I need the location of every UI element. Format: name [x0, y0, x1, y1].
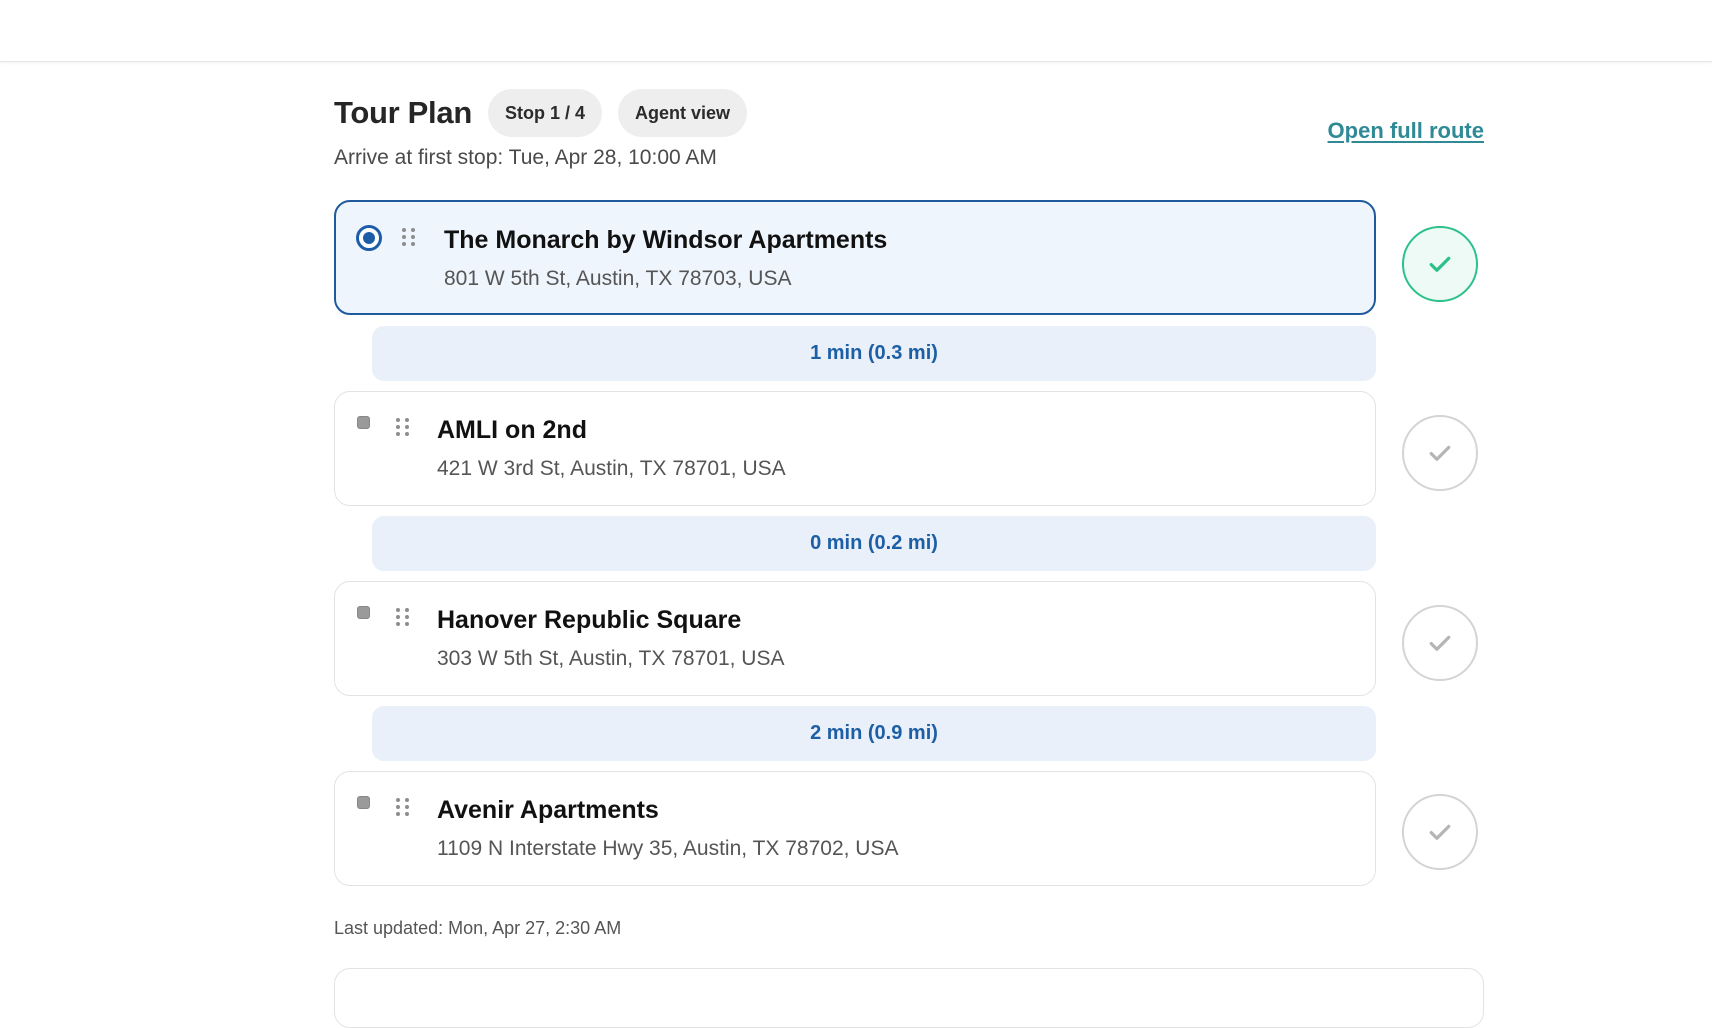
stop-counter-badge: Stop 1 / 4: [487, 89, 602, 137]
stop-address: 421 W 3rd St, Austin, TX 78701, USA: [437, 457, 786, 480]
travel-leg-2: 0 min (0.2 mi): [372, 516, 1376, 571]
open-full-route-link[interactable]: Open full route: [1328, 118, 1484, 144]
agent-view-badge[interactable]: Agent view: [617, 89, 747, 137]
check-icon: [1429, 445, 1451, 461]
arrival-subtitle: Arrive at first stop: Tue, Apr 28, 10:00…: [334, 146, 717, 169]
complete-stop-button-1[interactable]: [1402, 226, 1478, 302]
stop-address: 303 W 5th St, Austin, TX 78701, USA: [437, 647, 785, 670]
stop-checkbox[interactable]: [357, 416, 370, 429]
check-icon: [1429, 256, 1451, 272]
stop-name: The Monarch by Windsor Apartments: [444, 226, 888, 254]
stop-address: 801 W 5th St, Austin, TX 78703, USA: [444, 267, 792, 290]
drag-handle-icon[interactable]: [396, 418, 410, 438]
stop-name: Avenir Apartments: [437, 796, 659, 824]
stop-card-1[interactable]: The Monarch by Windsor Apartments 801 W …: [334, 200, 1376, 315]
top-bar: [0, 0, 1712, 62]
drag-handle-icon[interactable]: [396, 798, 410, 818]
stop-card-2[interactable]: AMLI on 2nd 421 W 3rd St, Austin, TX 787…: [334, 391, 1376, 506]
travel-leg-1: 1 min (0.3 mi): [372, 326, 1376, 381]
stop-address: 1109 N Interstate Hwy 35, Austin, TX 787…: [437, 837, 899, 860]
bottom-card: [334, 968, 1484, 1028]
stop-name: Hanover Republic Square: [437, 606, 742, 634]
complete-stop-button-2[interactable]: [1402, 415, 1478, 491]
tour-plan-header: Tour Plan Stop 1 / 4 Agent view Arrive a…: [334, 88, 1484, 178]
title-row: Tour Plan Stop 1 / 4 Agent view: [334, 88, 1484, 138]
page-title: Tour Plan: [334, 95, 472, 130]
stop-card-3[interactable]: Hanover Republic Square 303 W 5th St, Au…: [334, 581, 1376, 696]
last-updated-text: Last updated: Mon, Apr 27, 2:30 AM: [334, 918, 622, 938]
drag-handle-icon[interactable]: [396, 608, 410, 628]
check-icon: [1429, 635, 1451, 651]
radio-selected-icon[interactable]: [356, 225, 382, 251]
drag-handle-icon[interactable]: [402, 228, 416, 248]
stop-checkbox[interactable]: [357, 606, 370, 619]
travel-leg-3: 2 min (0.9 mi): [372, 706, 1376, 761]
check-icon: [1429, 824, 1451, 840]
complete-stop-button-3[interactable]: [1402, 605, 1478, 681]
stop-name: AMLI on 2nd: [437, 416, 587, 444]
complete-stop-button-4[interactable]: [1402, 794, 1478, 870]
stop-checkbox[interactable]: [357, 796, 370, 809]
stop-card-4[interactable]: Avenir Apartments 1109 N Interstate Hwy …: [334, 771, 1376, 886]
